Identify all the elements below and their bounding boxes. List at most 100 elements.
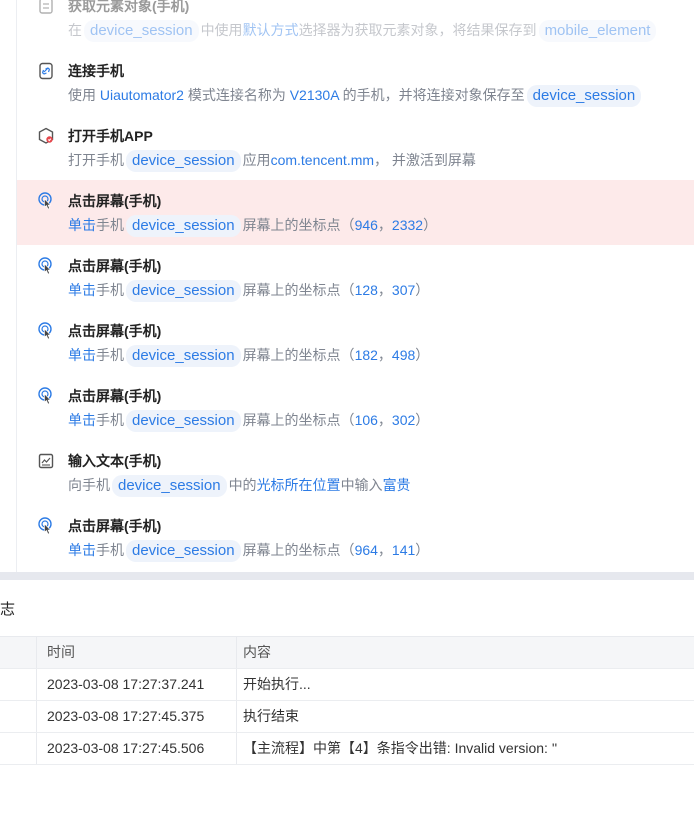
parameter-value: 106 bbox=[354, 412, 378, 428]
step-description: 单击手机 device_session 屏幕上的坐标点（964，141） bbox=[68, 538, 429, 562]
log-index-column-header bbox=[0, 637, 37, 668]
description-text: 手机 bbox=[96, 412, 124, 428]
panel-divider[interactable] bbox=[0, 572, 694, 580]
parameter-value: 141 bbox=[391, 542, 416, 558]
parameter-value: 默认方式 bbox=[242, 22, 299, 38]
log-time: 2023-03-08 17:27:45.375 bbox=[47, 708, 205, 724]
step-title: 点击屏幕(手机) bbox=[68, 388, 162, 404]
description-text: ） bbox=[415, 412, 430, 428]
flow-step[interactable]: 点击屏幕(手机) 单击手机 device_session 屏幕上的坐标点（106，30… bbox=[17, 375, 694, 440]
parameter-value: 964 bbox=[354, 542, 378, 558]
description-text: 中输入 bbox=[340, 477, 383, 493]
tap-icon bbox=[37, 517, 55, 535]
flow-step[interactable]: 点击屏幕(手机) 单击手机 device_session 屏幕上的坐标点（128，30… bbox=[17, 245, 694, 310]
description-text: 屏幕上的坐标点（ bbox=[242, 217, 355, 233]
description-text: 向手机 bbox=[68, 477, 110, 493]
step-description: 使用 Uiautomator2 模式连接名称为 V2130A 的手机，并将连接对… bbox=[68, 83, 643, 107]
description-text: 打开手机 bbox=[68, 152, 124, 168]
step-title: 点击屏幕(手机) bbox=[68, 258, 162, 274]
variable-tag: device_session bbox=[126, 280, 241, 302]
parameter-value: 498 bbox=[391, 347, 416, 363]
log-panel-title: 志 bbox=[0, 601, 16, 618]
description-text: 屏幕上的坐标点（ bbox=[242, 347, 355, 363]
parameter-value: 946 bbox=[354, 217, 378, 233]
flow-step[interactable]: 输入文本(手机) 向手机 device_session 中的光标所在位置中输入富贵 bbox=[17, 440, 694, 505]
description-text: 在 bbox=[68, 22, 82, 38]
step-title: 打开手机APP bbox=[68, 128, 153, 144]
step-description: 打开手机 device_session 应用com.tencent.mm， 并激活到… bbox=[68, 148, 476, 172]
parameter-value: 单击 bbox=[68, 412, 96, 428]
log-content: 【主流程】中第【4】条指令出错: Invalid version: '' bbox=[243, 740, 558, 756]
step-description: 在 device_session 中使用默认方式选择器为获取元素对象，将结果保存到 m… bbox=[68, 18, 658, 42]
flow-step[interactable]: 点击屏幕(手机) 单击手机 device_session 屏幕上的坐标点（946，23… bbox=[17, 180, 694, 245]
description-text: 屏幕上的坐标点（ bbox=[242, 412, 355, 428]
description-text: 中使用 bbox=[200, 22, 243, 38]
log-content: 开始执行... bbox=[243, 676, 311, 692]
description-text: 屏幕上的坐标点（ bbox=[242, 542, 355, 558]
step-title: 点击屏幕(手机) bbox=[68, 323, 162, 339]
description-text: 中的 bbox=[228, 477, 257, 493]
step-title: 连接手机 bbox=[68, 63, 124, 79]
parameter-value: 302 bbox=[391, 412, 416, 428]
log-row[interactable]: 2023-03-08 17:27:45.506 【主流程】中第【4】条指令出错:… bbox=[0, 733, 694, 765]
step-description: 单击手机 device_session 屏幕上的坐标点（106，302） bbox=[68, 408, 429, 432]
log-table: 时间 内容 2023-03-08 17:27:37.241 开始执行... 20… bbox=[0, 636, 694, 765]
parameter-value: com.tencent.mm bbox=[270, 152, 375, 168]
parameter-value: 307 bbox=[391, 282, 416, 298]
tap-icon bbox=[37, 387, 55, 405]
flow-step[interactable]: 获取元素对象(手机) 在 device_session 中使用默认方式选择器为获取元素… bbox=[17, 0, 694, 50]
flow-step-list: 获取元素对象(手机) 在 device_session 中使用默认方式选择器为获取元素… bbox=[16, 0, 694, 572]
tap-icon bbox=[37, 322, 55, 340]
description-text: 手机 bbox=[96, 542, 124, 558]
parameter-value: 光标所在位置 bbox=[256, 477, 341, 493]
flow-step[interactable]: 打开手机APP 打开手机 device_session 应用com.tencent.m… bbox=[17, 115, 694, 180]
variable-tag: mobile_element bbox=[538, 20, 657, 42]
step-description: 单击手机 device_session 屏幕上的坐标点（946，2332） bbox=[68, 213, 437, 237]
description-text: ） bbox=[415, 347, 430, 363]
description-text: 手机 bbox=[96, 282, 124, 298]
description-text: 手机 bbox=[96, 217, 124, 233]
description-text: 的手机，并将连接对象保存至 bbox=[338, 87, 525, 103]
log-row[interactable]: 2023-03-08 17:27:45.375 执行结束 bbox=[0, 701, 694, 733]
description-text: ） bbox=[415, 282, 430, 298]
parameter-value: 182 bbox=[354, 347, 378, 363]
connect-phone-icon bbox=[37, 62, 55, 80]
description-text: 使用 bbox=[68, 87, 100, 103]
step-title: 获取元素对象(手机) bbox=[68, 0, 190, 14]
variable-tag: device_session bbox=[126, 345, 241, 367]
description-text: 手机 bbox=[96, 347, 124, 363]
description-text: ， 并激活到屏幕 bbox=[374, 152, 476, 168]
parameter-value: Uiautomator2 bbox=[99, 87, 184, 103]
variable-tag: device_session bbox=[84, 20, 199, 42]
parameter-value: 单击 bbox=[68, 217, 96, 233]
description-text: ， bbox=[377, 282, 392, 298]
step-title: 点击屏幕(手机) bbox=[68, 518, 162, 534]
description-text: ， bbox=[377, 217, 392, 233]
flow-step[interactable]: 点击屏幕(手机) 单击手机 device_session 屏幕上的坐标点（182，49… bbox=[17, 310, 694, 375]
description-text: ， bbox=[377, 542, 392, 558]
open-app-icon bbox=[37, 127, 55, 145]
variable-tag: device_session bbox=[112, 475, 227, 497]
input-text-icon bbox=[37, 452, 55, 470]
flow-step[interactable]: 连接手机使用 Uiautomator2 模式连接名称为 V2130A 的手机，并… bbox=[17, 50, 694, 115]
variable-tag: device_session bbox=[526, 85, 642, 107]
parameter-value: 富贵 bbox=[382, 477, 411, 493]
variable-tag: device_session bbox=[126, 410, 241, 432]
tap-icon bbox=[37, 257, 55, 275]
description-text: 模式连接名称为 bbox=[183, 87, 290, 103]
parameter-value: V2130A bbox=[289, 87, 339, 103]
log-content: 执行结束 bbox=[243, 708, 299, 724]
flow-step[interactable]: 点击屏幕(手机) 单击手机 device_session 屏幕上的坐标点（964，14… bbox=[17, 505, 694, 570]
variable-tag: device_session bbox=[126, 540, 241, 562]
step-title: 点击屏幕(手机) bbox=[68, 193, 162, 209]
step-description: 单击手机 device_session 屏幕上的坐标点（128，307） bbox=[68, 278, 429, 302]
log-row[interactable]: 2023-03-08 17:27:37.241 开始执行... bbox=[0, 669, 694, 701]
step-description: 向手机 device_session 中的光标所在位置中输入富贵 bbox=[68, 473, 411, 497]
description-text: ） bbox=[423, 217, 438, 233]
parameter-value: 单击 bbox=[68, 282, 96, 298]
parameter-value: 2332 bbox=[391, 217, 424, 233]
log-time-header: 时间 bbox=[47, 644, 75, 660]
variable-tag: device_session bbox=[126, 150, 241, 172]
parameter-value: 单击 bbox=[68, 347, 96, 363]
log-table-header: 时间 内容 bbox=[0, 637, 694, 669]
